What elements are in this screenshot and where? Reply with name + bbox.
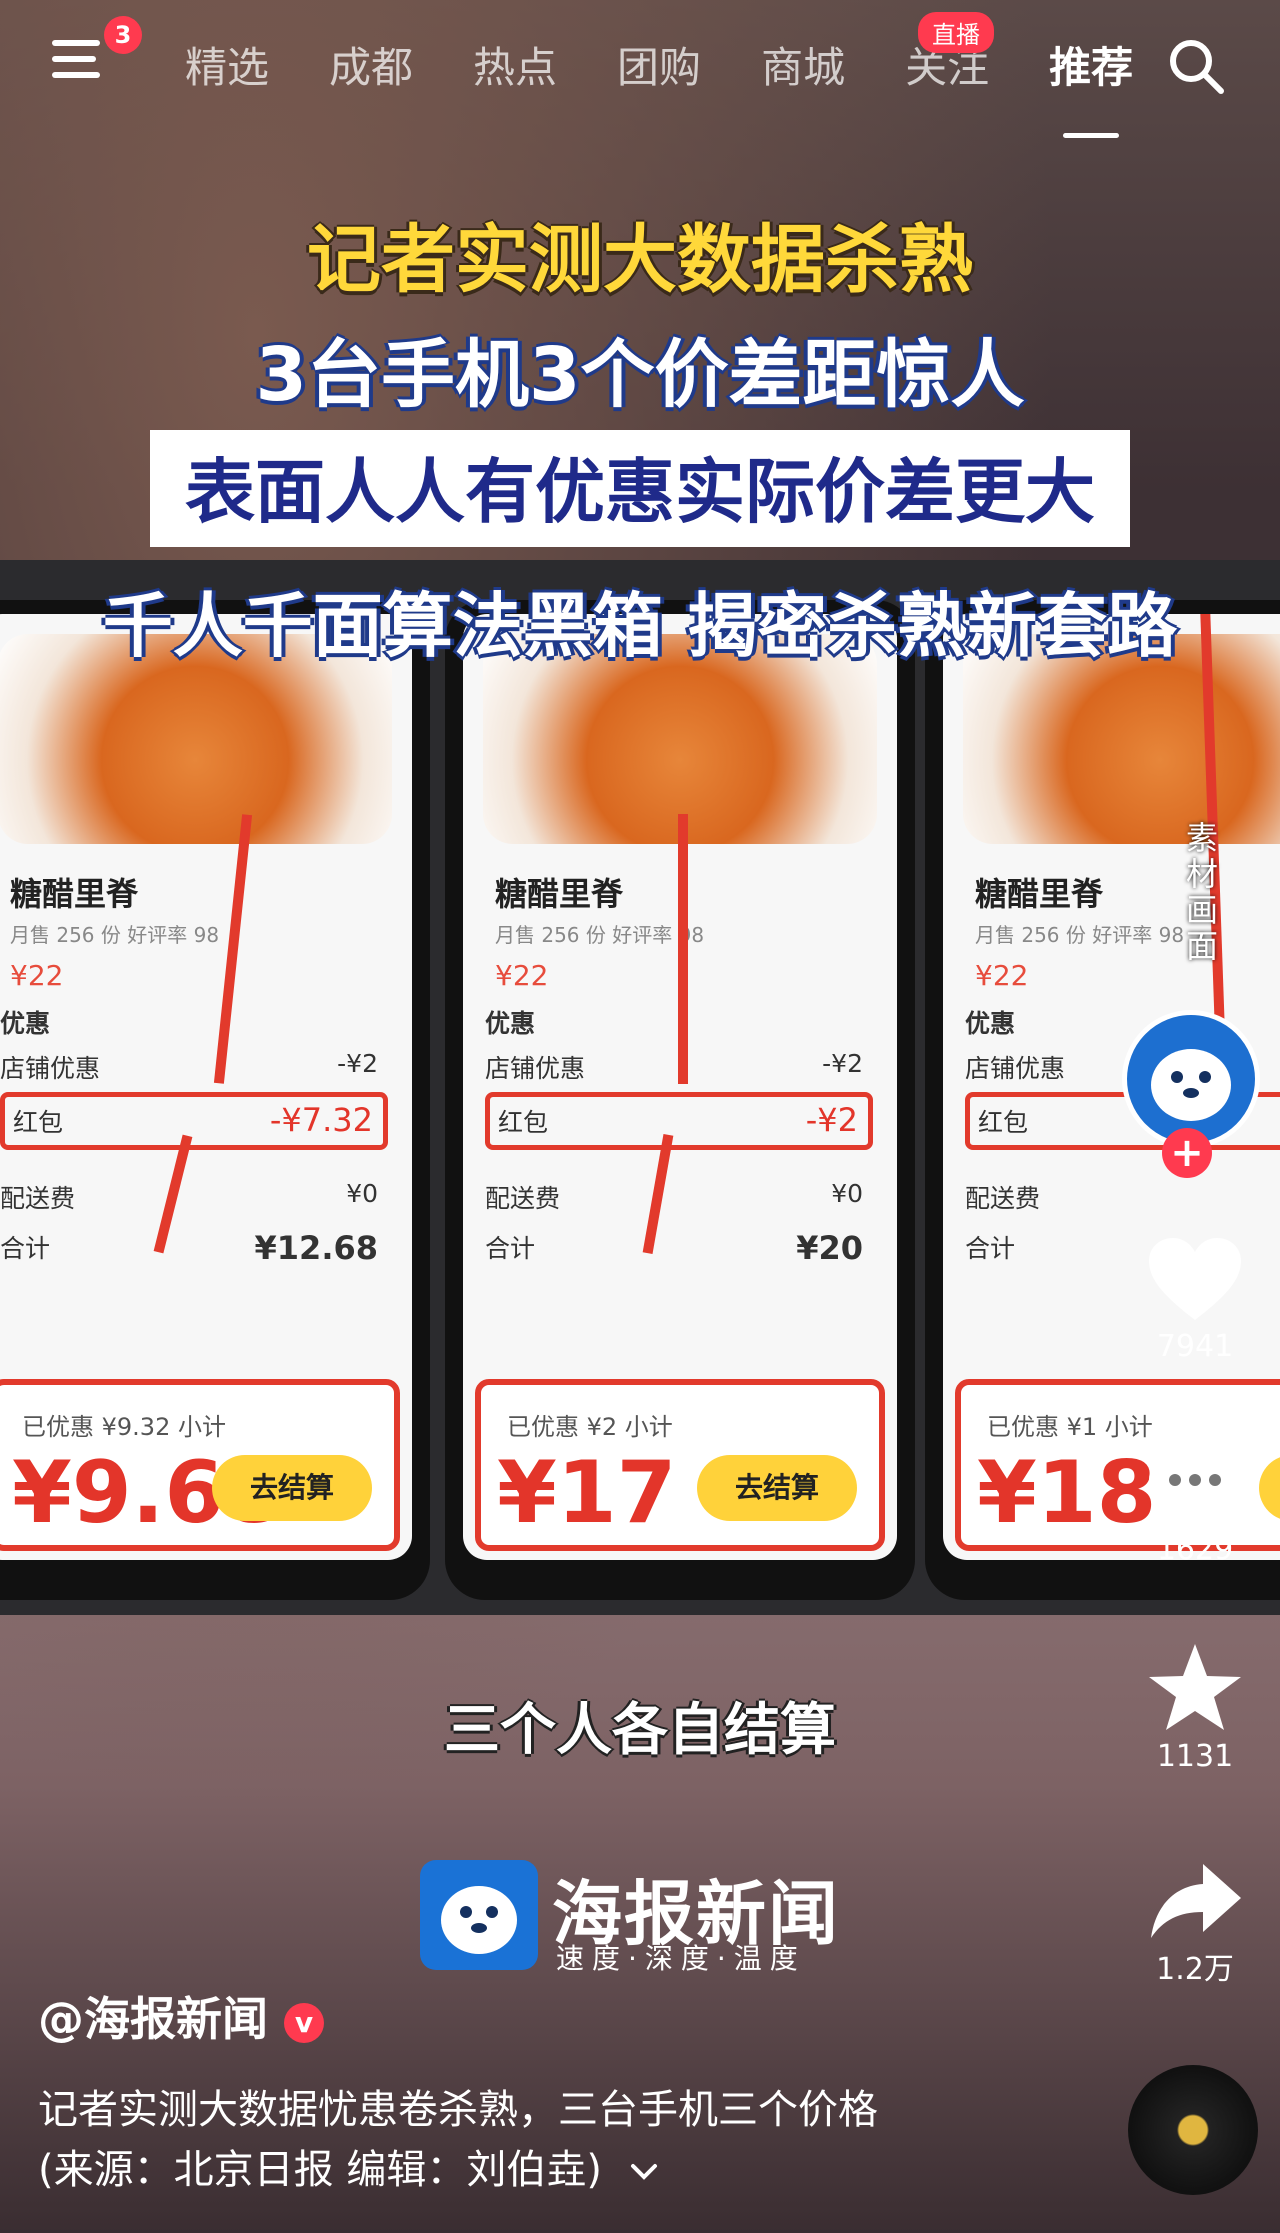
comment-count: 1629 xyxy=(1156,1532,1234,1567)
phones-group: 糖醋里脊 月售 256 份 好评率 98 ¥22 优惠 店铺优惠 -¥2 红包 -¥… xyxy=(0,560,1280,1615)
search-icon[interactable] xyxy=(1166,36,1226,96)
total-value: ¥12.68 xyxy=(254,1229,378,1267)
hongbao-label: 红包 xyxy=(978,1108,1029,1137)
hongbao-label: 红包 xyxy=(13,1108,64,1137)
dish-sales: 月售 256 份 好评率 98 xyxy=(495,923,705,947)
total-row: 合计 ¥20 xyxy=(485,1229,873,1267)
hongbao-value: -¥7.32 xyxy=(269,1101,373,1139)
delivery-label: 配送费 xyxy=(485,1184,561,1213)
dish-price: ¥22 xyxy=(10,959,64,992)
phone-2: 糖醋里脊 月售 256 份 好评率 98 ¥22 优惠 店铺优惠 -¥2 红包 -¥… xyxy=(445,600,915,1600)
dish-name: 糖醋里脊 xyxy=(975,875,1104,913)
dish-name: 糖醋里脊 xyxy=(10,875,139,913)
video-description[interactable]: 记者实测大数据忧患卷杀熟，三台手机三个价格 (来源：北京日报 编辑：刘伯垚) xyxy=(38,2080,1038,2200)
top-navigation-bar: 3 精选 成都 热点 团购 商城 关注 推荐 直播 xyxy=(0,0,1280,138)
tab-shangcheng[interactable]: 商城 xyxy=(761,34,845,104)
phone-screen: 糖醋里脊 月售 256 份 好评率 98 ¥22 优惠 店铺优惠 -¥2 红包 -¥… xyxy=(463,614,897,1560)
checkout-button[interactable]: 去结算 xyxy=(697,1455,857,1521)
dish-sales: 月售 256 份 好评率 98 xyxy=(975,923,1185,947)
feed-tabs: 精选 成都 热点 团购 商城 关注 推荐 xyxy=(185,34,1193,138)
logo-slogan: 速度·深度·温度 xyxy=(556,1942,806,1975)
shop-discount-row: 店铺优惠 -¥2 xyxy=(0,1049,388,1085)
video-caption: 三个人各自结算 xyxy=(444,1698,836,1763)
shop-discount-label: 店铺优惠 xyxy=(965,1054,1066,1083)
shop-discount-value: -¥2 xyxy=(822,1049,863,1078)
video-frame[interactable]: 糖醋里脊 月售 256 份 好评率 98 ¥22 优惠 店铺优惠 -¥2 红包 -¥… xyxy=(0,560,1280,1615)
headline-line-1: 记者实测大数据杀熟 xyxy=(307,217,973,303)
saved-text: 已优惠 ¥2 小计 xyxy=(507,1413,673,1441)
hongbao-row: 红包 -¥2 xyxy=(485,1092,873,1150)
tab-tuijian[interactable]: 推荐 xyxy=(1049,34,1133,138)
favorite-count: 1131 xyxy=(1156,1739,1234,1774)
seal-logo-icon xyxy=(420,1860,538,1970)
comment-icon[interactable] xyxy=(1145,1438,1245,1528)
delivery-value: ¥0 xyxy=(346,1179,378,1208)
star-icon[interactable] xyxy=(1145,1640,1245,1735)
checkout-button[interactable]: 去结 xyxy=(1259,1455,1280,1521)
tab-jingxuan[interactable]: 精选 xyxy=(185,34,269,104)
delivery-row: 配送费 ¥0 xyxy=(485,1179,873,1215)
tab-chengdu[interactable]: 成都 xyxy=(329,34,413,104)
material-label: 素材画面 xyxy=(1186,819,1219,965)
description-line-1: 记者实测大数据忧患卷杀熟，三台手机三个价格 xyxy=(38,2087,878,2133)
saved-text: 已优惠 ¥9.32 小计 xyxy=(22,1413,226,1441)
phone-screen: 糖醋里脊 月售 256 份 好评率 98 ¥22 优惠 店铺优惠 -¥2 红包 -¥… xyxy=(0,614,412,1560)
share-action[interactable]: 1.2万 xyxy=(1130,1860,1260,1988)
verified-badge-icon: v xyxy=(284,2002,324,2043)
like-count: 7941 xyxy=(1156,1329,1234,1364)
dish-price: ¥22 xyxy=(975,959,1029,992)
total-label: 合计 xyxy=(0,1234,51,1263)
comment-action[interactable]: 1629 xyxy=(1130,1438,1260,1567)
tab-tuangou[interactable]: 团购 xyxy=(617,34,701,104)
total-label: 合计 xyxy=(965,1234,1016,1263)
delivery-label: 配送费 xyxy=(0,1184,76,1213)
hongbao-value: -¥2 xyxy=(805,1101,858,1139)
live-badge: 直播 xyxy=(918,12,994,53)
dish-sales: 月售 256 份 好评率 98 xyxy=(10,923,220,947)
hongbao-row: 红包 -¥7.32 xyxy=(0,1092,388,1150)
dish-price: ¥22 xyxy=(495,959,549,992)
author-avatar[interactable] xyxy=(1122,1010,1260,1148)
author-name[interactable]: @海报新闻 xyxy=(38,1992,268,2046)
headline-line-3: 表面人人有优惠实际价差更大 xyxy=(150,430,1130,547)
notification-badge: 3 xyxy=(104,16,142,54)
delivery-label: 配送费 xyxy=(965,1184,1041,1213)
menu-icon[interactable] xyxy=(52,40,106,90)
delivery-row: 配送费 ¥0 xyxy=(0,1179,388,1215)
total-row: 合计 ¥12.68 xyxy=(0,1229,388,1267)
delivery-row: 配送费 xyxy=(965,1179,1280,1215)
heart-icon[interactable] xyxy=(1145,1235,1245,1325)
delivery-value: ¥0 xyxy=(831,1179,863,1208)
like-action[interactable]: 7941 xyxy=(1130,1235,1260,1364)
shop-discount-value: -¥2 xyxy=(337,1049,378,1078)
share-count: 1.2万 xyxy=(1156,1952,1234,1987)
share-arrow-icon[interactable] xyxy=(1145,1860,1245,1940)
shop-discount-label: 店铺优惠 xyxy=(485,1054,586,1083)
headline-line-4: 千人千面算法黑箱 揭密杀熟新套路 xyxy=(102,585,1178,667)
shop-discount-label: 店铺优惠 xyxy=(0,1054,101,1083)
hongbao-label: 红包 xyxy=(498,1108,549,1137)
phone-1: 糖醋里脊 月售 256 份 好评率 98 ¥22 优惠 店铺优惠 -¥2 红包 -¥… xyxy=(0,600,430,1600)
follow-plus-icon[interactable]: + xyxy=(1162,1128,1212,1178)
subtotal-price: ¥17 xyxy=(497,1443,677,1543)
red-arrow xyxy=(213,814,253,1084)
total-value: ¥20 xyxy=(796,1229,863,1267)
discount-title: 优惠 xyxy=(0,1009,51,1038)
favorite-action[interactable]: 1131 xyxy=(1130,1640,1260,1774)
music-disc-icon[interactable] xyxy=(1128,2065,1258,2195)
subtotal-box: 已优惠 ¥2 小计 ¥17 去结算 xyxy=(475,1379,885,1551)
red-arrow xyxy=(678,814,688,1084)
chevron-down-icon[interactable] xyxy=(629,2162,659,2182)
dish-name: 糖醋里脊 xyxy=(495,875,624,913)
author-row[interactable]: @海报新闻 v xyxy=(38,1983,324,2049)
tab-redian[interactable]: 热点 xyxy=(473,34,557,104)
headline-line-2: 3台手机3个价差距惊人 xyxy=(255,332,1025,418)
description-line-2: (来源：北京日报 编辑：刘伯垚) xyxy=(38,2140,1038,2200)
total-label: 合计 xyxy=(485,1234,536,1263)
saved-text: 已优惠 ¥1 小计 xyxy=(987,1413,1153,1441)
checkout-button[interactable]: 去结算 xyxy=(212,1455,372,1521)
subtotal-box: 已优惠 ¥9.32 小计 ¥9.68 去结算 xyxy=(0,1379,400,1551)
